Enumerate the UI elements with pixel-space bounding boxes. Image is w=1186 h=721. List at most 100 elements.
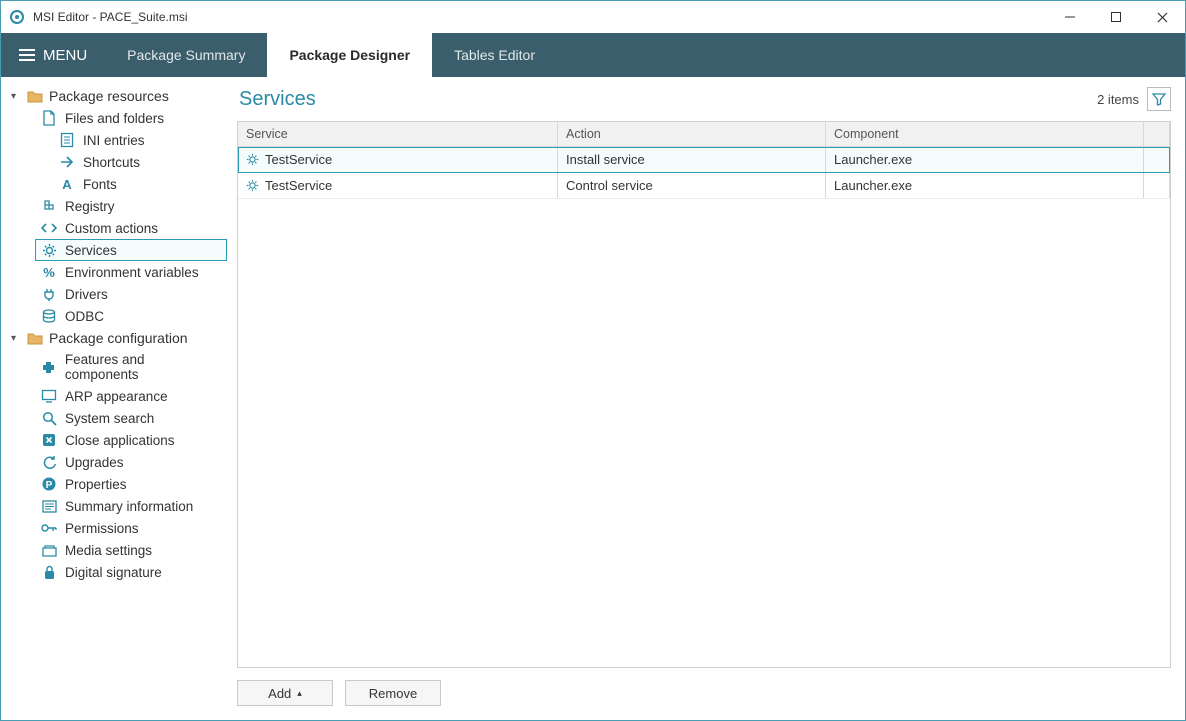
column-header-service[interactable]: Service [238, 122, 558, 146]
sidebar-item-close-apps[interactable]: Close applications [35, 429, 227, 451]
page-header: Services 2 items [237, 83, 1171, 121]
table-row[interactable]: TestService Control service Launcher.exe [238, 173, 1170, 199]
sidebar-item-drivers[interactable]: Drivers [35, 283, 227, 305]
sidebar-item-label: Summary information [65, 499, 193, 514]
file-icon [41, 110, 57, 126]
filter-icon [1152, 92, 1166, 106]
menu-label: MENU [43, 47, 87, 64]
close-button[interactable] [1139, 1, 1185, 33]
titlebar: MSI Editor - PACE_Suite.msi [1, 1, 1185, 33]
sidebar-item-label: Upgrades [65, 455, 124, 470]
summary-icon [41, 498, 57, 514]
filter-button[interactable] [1147, 87, 1171, 111]
search-icon [41, 410, 57, 426]
tree-group-configuration[interactable]: ▾ Package configuration [11, 327, 227, 349]
svg-text:P: P [46, 480, 53, 491]
tree-group-label: Package resources [49, 88, 169, 104]
close-icon [41, 432, 57, 448]
sidebar-item-label: Services [65, 243, 117, 258]
item-count: 2 items [1097, 92, 1139, 107]
sidebar-item-label: INI entries [83, 133, 145, 148]
sidebar-item-media[interactable]: Media settings [35, 539, 227, 561]
chevron-up-icon: ▴ [297, 688, 302, 699]
monitor-icon [41, 388, 57, 404]
sidebar-item-label: Shortcuts [83, 155, 140, 170]
sidebar-item-label: Registry [65, 199, 115, 214]
sidebar-item-label: ARP appearance [65, 389, 168, 404]
tabs: Package Summary Package Designer Tables … [105, 33, 557, 77]
percent-icon: % [41, 264, 57, 280]
shortcut-icon [59, 154, 75, 170]
sidebar-item-label: Properties [65, 477, 127, 492]
sidebar-item-features[interactable]: Features and components [35, 349, 227, 385]
remove-button-label: Remove [369, 686, 417, 701]
sidebar-item-registry[interactable]: Registry [35, 195, 227, 217]
tree-group-label: Package configuration [49, 330, 188, 346]
cell-component: Launcher.exe [834, 152, 912, 167]
code-icon [41, 220, 57, 236]
gear-icon [246, 179, 259, 192]
puzzle-icon [41, 359, 57, 375]
sidebar-item-shortcuts[interactable]: Shortcuts [53, 151, 227, 173]
sidebar-item-system-search[interactable]: System search [35, 407, 227, 429]
page-title: Services [239, 88, 316, 111]
sidebar-item-env-vars[interactable]: % Environment variables [35, 261, 227, 283]
sidebar-item-label: Media settings [65, 543, 152, 558]
grid-header: Service Action Component [238, 122, 1170, 147]
sidebar-item-label: Digital signature [65, 565, 162, 580]
table-row[interactable]: TestService Install service Launcher.exe [238, 147, 1170, 173]
sidebar-item-fonts[interactable]: A Fonts [53, 173, 227, 195]
window-title: MSI Editor - PACE_Suite.msi [33, 10, 188, 24]
registry-icon [41, 198, 57, 214]
sidebar-item-arp[interactable]: ARP appearance [35, 385, 227, 407]
plug-icon [41, 286, 57, 302]
remove-button[interactable]: Remove [345, 680, 441, 706]
menubar: MENU Package Summary Package Designer Ta… [1, 33, 1185, 77]
add-button[interactable]: Add ▴ [237, 680, 333, 706]
gear-icon [246, 153, 259, 166]
action-buttons: Add ▴ Remove [237, 668, 1171, 706]
p-icon: P [41, 476, 57, 492]
cell-service: TestService [265, 178, 332, 193]
sidebar-item-label: ODBC [65, 309, 104, 324]
column-header-component[interactable]: Component [826, 122, 1144, 146]
font-icon: A [59, 176, 75, 192]
sidebar-item-permissions[interactable]: Permissions [35, 517, 227, 539]
sidebar-item-label: Environment variables [65, 265, 199, 280]
column-header-action[interactable]: Action [558, 122, 826, 146]
sidebar-item-odbc[interactable]: ODBC [35, 305, 227, 327]
app-icon [9, 9, 25, 25]
add-button-label: Add [268, 686, 291, 701]
sidebar-item-upgrades[interactable]: Upgrades [35, 451, 227, 473]
tab-tables-editor[interactable]: Tables Editor [432, 33, 557, 77]
tree-group-resources[interactable]: ▾ Package resources [11, 85, 227, 107]
hamburger-icon [19, 49, 35, 61]
sidebar-item-files-folders[interactable]: Files and folders [35, 107, 227, 129]
column-header-pad [1144, 122, 1170, 146]
grid-body: TestService Install service Launcher.exe… [238, 147, 1170, 667]
refresh-icon [41, 454, 57, 470]
maximize-button[interactable] [1093, 1, 1139, 33]
cell-action: Control service [566, 178, 653, 193]
sidebar-item-digital-signature[interactable]: Digital signature [35, 561, 227, 583]
minimize-button[interactable] [1047, 1, 1093, 33]
gear-icon [41, 242, 57, 258]
key-icon [41, 520, 57, 536]
folder-icon [27, 89, 43, 103]
sidebar-item-services[interactable]: Services [35, 239, 227, 261]
sidebar-item-summary-info[interactable]: Summary information [35, 495, 227, 517]
cell-service: TestService [265, 152, 332, 167]
services-grid: Service Action Component TestService Ins… [237, 121, 1171, 668]
menu-button[interactable]: MENU [1, 33, 105, 77]
sidebar-item-custom-actions[interactable]: Custom actions [35, 217, 227, 239]
sidebar-item-ini-entries[interactable]: INI entries [53, 129, 227, 151]
sidebar-item-properties[interactable]: P Properties [35, 473, 227, 495]
sidebar-item-label: Close applications [65, 433, 175, 448]
main-area: Services 2 items Service Action Componen… [233, 77, 1185, 720]
sidebar-item-label: Features and components [65, 352, 221, 382]
chevron-down-icon: ▾ [11, 333, 21, 344]
tab-package-designer[interactable]: Package Designer [267, 33, 432, 77]
sidebar-item-label: Files and folders [65, 111, 164, 126]
tab-package-summary[interactable]: Package Summary [105, 33, 267, 77]
media-icon [41, 542, 57, 558]
